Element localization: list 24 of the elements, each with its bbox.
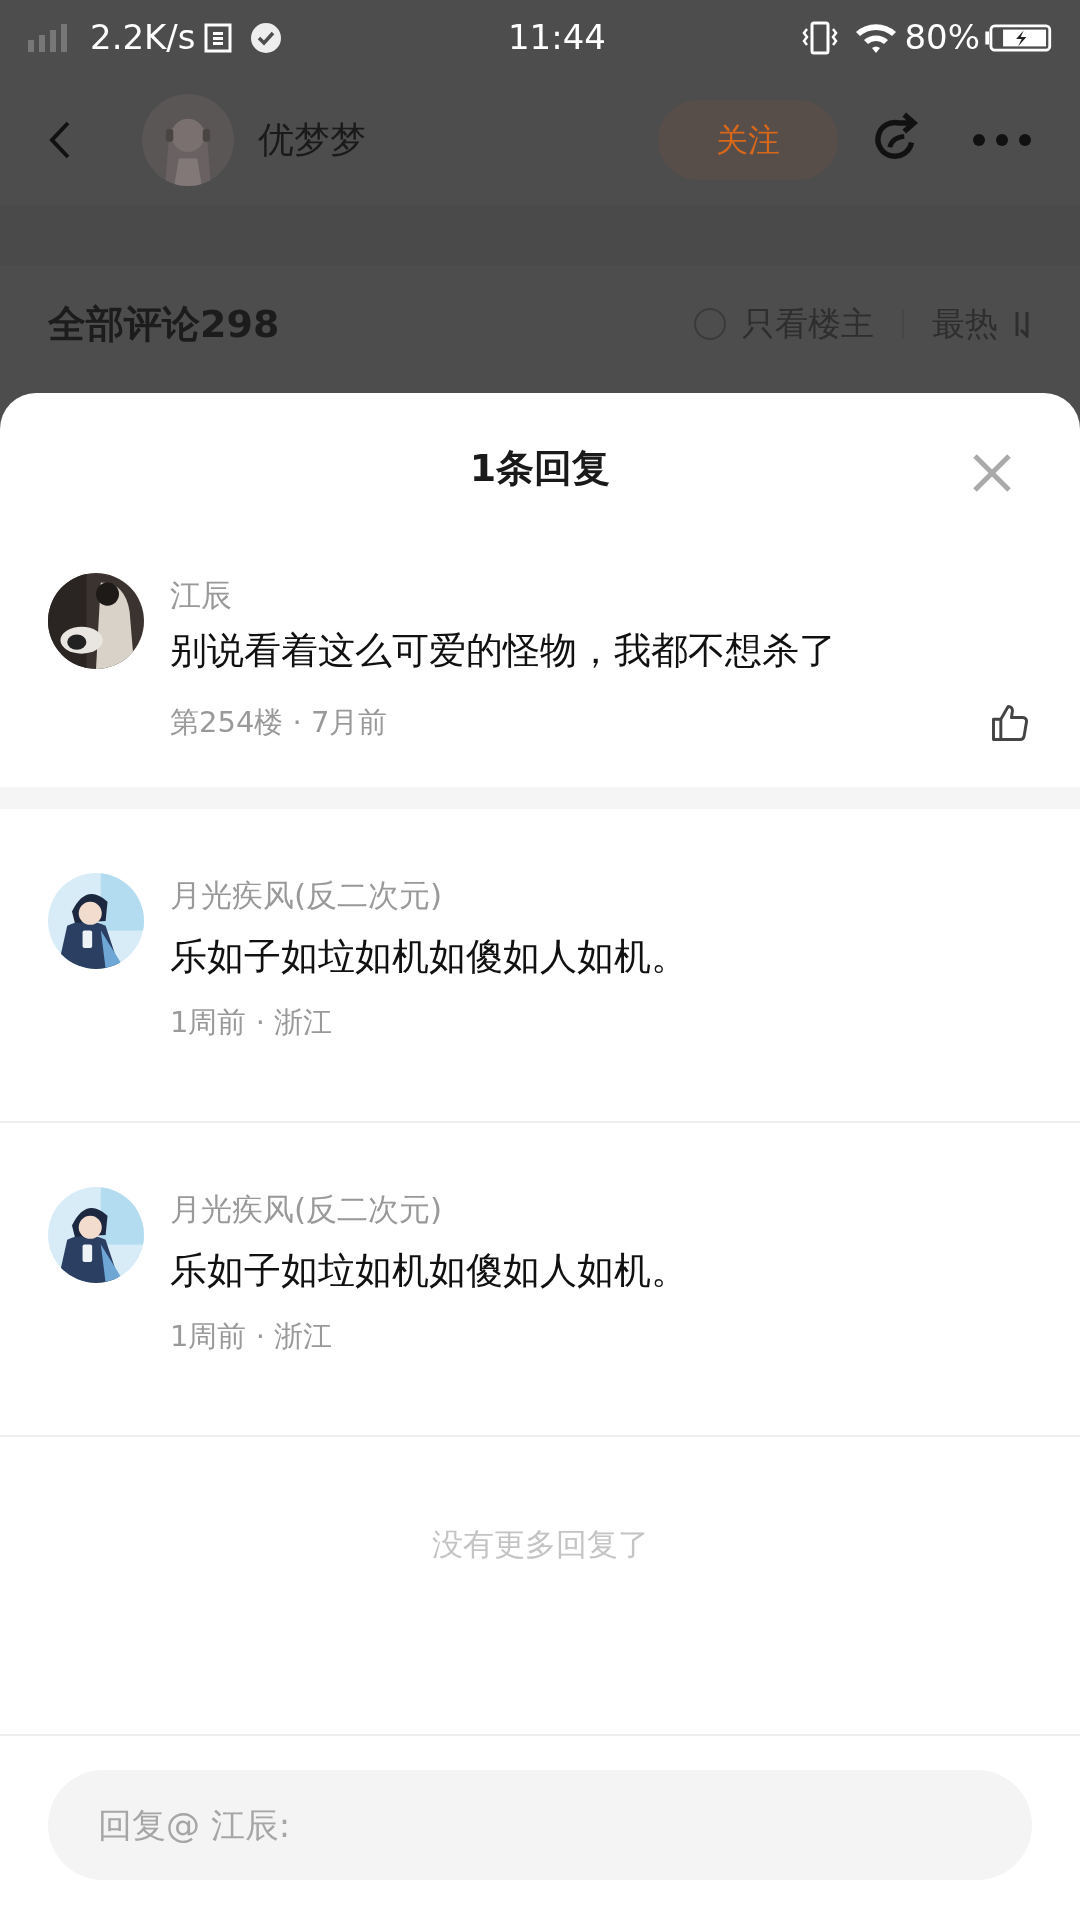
check-circle-icon — [249, 21, 282, 54]
reply-author: 月光疾风(反二次元) — [170, 876, 444, 915]
reply-meta: 1周前 · 浙江 — [170, 1318, 334, 1355]
clock-time: 11:44 — [508, 16, 606, 59]
more-icon[interactable] — [972, 133, 1032, 147]
close-icon[interactable] — [972, 453, 1012, 493]
no-more-replies-text: 没有更多回复了 — [431, 1525, 649, 1564]
comment-author: 江辰 — [170, 576, 233, 615]
wifi-icon — [854, 21, 899, 54]
signal-icon — [28, 23, 68, 52]
vibrate-icon — [802, 20, 839, 55]
sheet-title: 1条回复 — [469, 444, 611, 492]
document-icon — [203, 22, 232, 53]
reply-author: 月光疾风(反二次元) — [170, 1190, 444, 1229]
reply-text: 乐如子如垃如机如傻如人如机。 — [170, 934, 688, 980]
reply-input-field[interactable]: 回复@ 江辰: — [48, 1770, 1032, 1880]
follow-button[interactable]: 关注 — [658, 100, 838, 180]
network-speed: 2.2K/s — [90, 16, 196, 59]
battery-charging-icon — [984, 23, 1052, 52]
reply-text: 乐如子如垃如机如傻如人如机。 — [170, 1248, 688, 1294]
battery-percent: 80% — [904, 16, 980, 59]
comment-meta: 第254楼 · 7月前 — [170, 704, 388, 742]
comment-text: 别说看着这么可爱的怪物，我都不想杀了 — [170, 628, 837, 674]
reply-meta: 1周前 · 浙江 — [170, 1004, 334, 1041]
